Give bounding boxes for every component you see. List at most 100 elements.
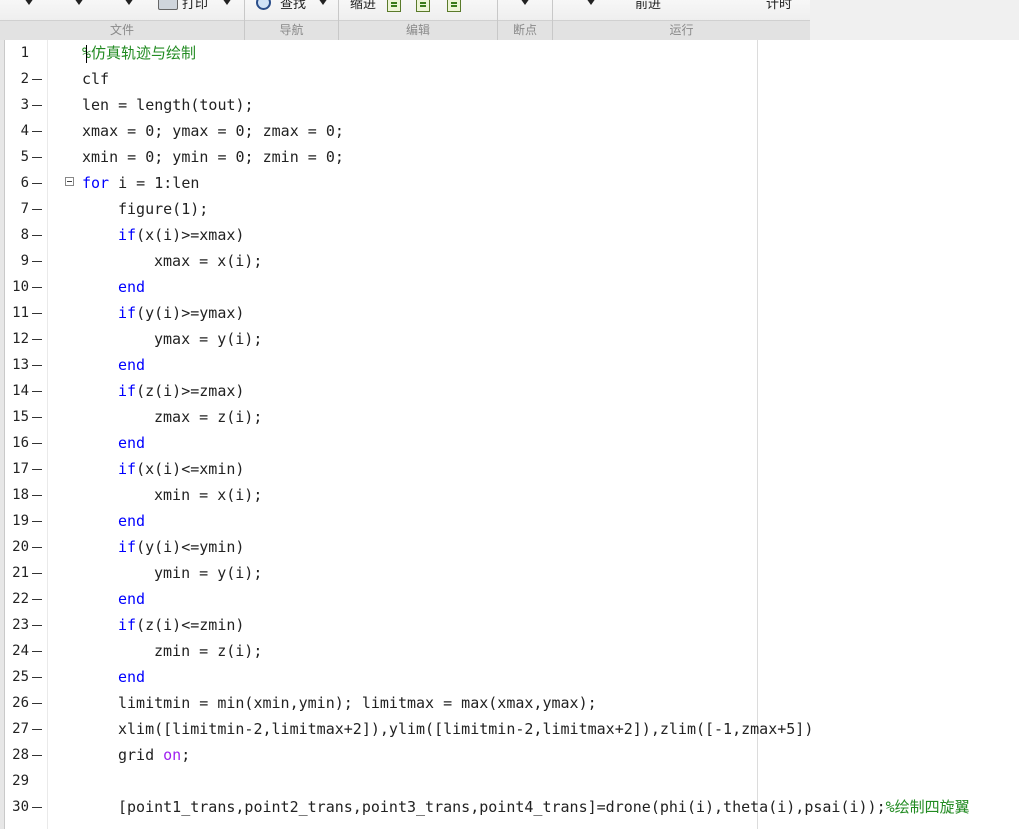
- dropdown-caret-icon[interactable]: [24, 0, 34, 5]
- code-line[interactable]: 12 ymax = y(i);: [5, 326, 1019, 352]
- code-text[interactable]: xmax = 0; ymax = 0; zmax = 0;: [82, 118, 344, 144]
- code-text[interactable]: if(x(i)>=xmax): [118, 222, 244, 248]
- code-line[interactable]: 2 clf: [5, 66, 1019, 92]
- comment-icon[interactable]: [387, 0, 401, 12]
- code-line[interactable]: 17 if(x(i)<=xmin): [5, 456, 1019, 482]
- code-text[interactable]: len = length(tout);: [82, 92, 254, 118]
- code-line[interactable]: 5 xmin = 0; ymin = 0; zmin = 0;: [5, 144, 1019, 170]
- code-text[interactable]: xmin = x(i);: [154, 482, 262, 508]
- line-number[interactable]: 10: [5, 274, 29, 300]
- line-number[interactable]: 26: [5, 690, 29, 716]
- code-line[interactable]: 6 for i = 1:len: [5, 170, 1019, 196]
- line-number[interactable]: 23: [5, 612, 29, 638]
- line-number[interactable]: 17: [5, 456, 29, 482]
- line-number[interactable]: 11: [5, 300, 29, 326]
- line-number[interactable]: 3: [5, 92, 29, 118]
- code-text[interactable]: end: [118, 274, 145, 300]
- dropdown-caret-icon[interactable]: [586, 0, 596, 5]
- breakpoint-marker[interactable]: [32, 417, 42, 418]
- timing-button[interactable]: 计时: [766, 0, 792, 12]
- line-number[interactable]: 29: [5, 768, 29, 794]
- code-text[interactable]: if(y(i)>=ymax): [118, 300, 244, 326]
- code-line[interactable]: 21 ymin = y(i);: [5, 560, 1019, 586]
- collapse-icon[interactable]: [65, 177, 74, 186]
- dropdown-caret-icon[interactable]: [74, 0, 84, 5]
- breakpoint-marker[interactable]: [32, 183, 42, 184]
- code-line[interactable]: 26 limitmin = min(xmin,ymin); limitmax = …: [5, 690, 1019, 716]
- code-line[interactable]: 30 [point1_trans,point2_trans,point3_tran…: [5, 794, 1019, 820]
- code-line[interactable]: 25 end: [5, 664, 1019, 690]
- code-text[interactable]: limitmin = min(xmin,ymin); limitmax = ma…: [118, 690, 597, 716]
- line-number[interactable]: 7: [5, 196, 29, 222]
- dropdown-caret-icon[interactable]: [124, 0, 134, 5]
- indent-button[interactable]: 缩进: [350, 0, 376, 12]
- line-number[interactable]: 6: [5, 170, 29, 196]
- code-line[interactable]: 22 end: [5, 586, 1019, 612]
- breakpoint-marker[interactable]: [32, 547, 42, 548]
- code-text[interactable]: end: [118, 508, 145, 534]
- code-line[interactable]: 13 end: [5, 352, 1019, 378]
- breakpoint-marker[interactable]: [32, 703, 42, 704]
- print-button[interactable]: 打印: [182, 0, 208, 12]
- line-number[interactable]: 25: [5, 664, 29, 690]
- code-text[interactable]: ymax = y(i);: [154, 326, 262, 352]
- line-number[interactable]: 19: [5, 508, 29, 534]
- code-text[interactable]: ymin = y(i);: [154, 560, 262, 586]
- code-line[interactable]: 14 if(z(i)>=zmax): [5, 378, 1019, 404]
- code-text[interactable]: if(x(i)<=xmin): [118, 456, 244, 482]
- code-text[interactable]: xmin = 0; ymin = 0; zmin = 0;: [82, 144, 344, 170]
- dropdown-caret-icon[interactable]: [520, 0, 530, 5]
- breakpoint-marker[interactable]: [32, 573, 42, 574]
- breakpoint-marker[interactable]: [32, 651, 42, 652]
- line-number[interactable]: 4: [5, 118, 29, 144]
- search-icon[interactable]: [256, 0, 271, 10]
- code-text[interactable]: zmax = z(i);: [154, 404, 262, 430]
- code-text[interactable]: end: [118, 586, 145, 612]
- forward-button[interactable]: 前进: [635, 0, 661, 12]
- line-number[interactable]: 1: [5, 40, 29, 66]
- breakpoint-marker[interactable]: [32, 469, 42, 470]
- breakpoint-marker[interactable]: [32, 313, 42, 314]
- line-number[interactable]: 8: [5, 222, 29, 248]
- code-text[interactable]: grid on;: [118, 742, 190, 768]
- breakpoint-marker[interactable]: [32, 209, 42, 210]
- line-number[interactable]: 14: [5, 378, 29, 404]
- line-number[interactable]: 15: [5, 404, 29, 430]
- breakpoint-marker[interactable]: [32, 131, 42, 132]
- code-text[interactable]: end: [118, 430, 145, 456]
- dropdown-caret-icon[interactable]: [222, 0, 232, 5]
- line-number[interactable]: 13: [5, 352, 29, 378]
- code-line[interactable]: 23 if(z(i)<=zmin): [5, 612, 1019, 638]
- breakpoint-marker[interactable]: [32, 625, 42, 626]
- code-line[interactable]: 19 end: [5, 508, 1019, 534]
- line-number[interactable]: 20: [5, 534, 29, 560]
- line-number[interactable]: 28: [5, 742, 29, 768]
- breakpoint-marker[interactable]: [32, 105, 42, 106]
- code-line[interactable]: 10 end: [5, 274, 1019, 300]
- code-text[interactable]: for i = 1:len: [82, 170, 199, 196]
- code-text[interactable]: xlim([limitmin-2,limitmax+2]),ylim([limi…: [118, 716, 813, 742]
- code-text[interactable]: end: [118, 664, 145, 690]
- code-text[interactable]: zmin = z(i);: [154, 638, 262, 664]
- code-text[interactable]: xmax = x(i);: [154, 248, 262, 274]
- code-text[interactable]: if(y(i)<=ymin): [118, 534, 244, 560]
- code-line[interactable]: 16 end: [5, 430, 1019, 456]
- breakpoint-marker[interactable]: [32, 443, 42, 444]
- line-number[interactable]: 30: [5, 794, 29, 820]
- breakpoint-marker[interactable]: [32, 755, 42, 756]
- breakpoint-marker[interactable]: [32, 599, 42, 600]
- breakpoint-marker[interactable]: [32, 287, 42, 288]
- code-line[interactable]: 20 if(y(i)<=ymin): [5, 534, 1019, 560]
- breakpoint-marker[interactable]: [32, 391, 42, 392]
- code-text[interactable]: %仿真轨迹与绘制: [82, 40, 196, 66]
- code-line[interactable]: 24 zmin = z(i);: [5, 638, 1019, 664]
- line-number[interactable]: 27: [5, 716, 29, 742]
- breakpoint-marker[interactable]: [32, 365, 42, 366]
- code-line[interactable]: 4 xmax = 0; ymax = 0; zmax = 0;: [5, 118, 1019, 144]
- breakpoint-marker[interactable]: [32, 495, 42, 496]
- code-text[interactable]: if(z(i)<=zmin): [118, 612, 244, 638]
- breakpoint-marker[interactable]: [32, 157, 42, 158]
- code-line[interactable]: 27 xlim([limitmin-2,limitmax+2]),ylim([li…: [5, 716, 1019, 742]
- breakpoint-marker[interactable]: [32, 339, 42, 340]
- breakpoint-marker[interactable]: [32, 235, 42, 236]
